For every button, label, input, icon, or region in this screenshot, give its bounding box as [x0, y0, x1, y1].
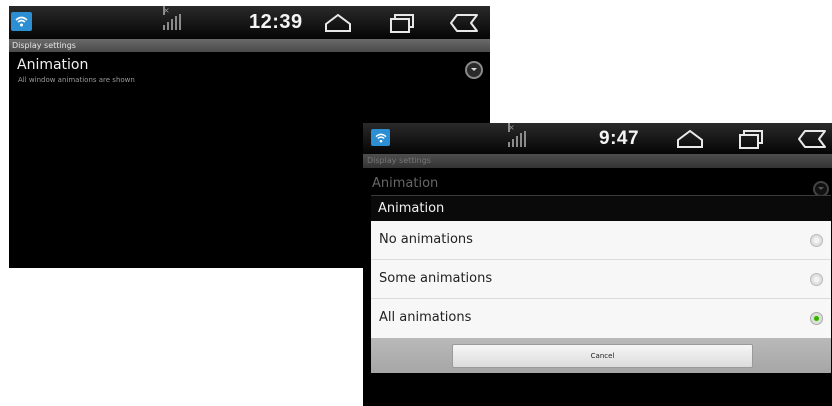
wifi-icon [11, 12, 32, 31]
setting-title: Animation [372, 176, 439, 191]
home-icon[interactable] [676, 129, 704, 153]
recent-apps-icon[interactable] [389, 12, 415, 38]
radio-button-unchecked[interactable] [810, 234, 823, 247]
status-clock: 12:39 [249, 11, 303, 33]
status-bar: × 12:39 [9, 6, 490, 39]
title-bar: Display settings [9, 39, 490, 52]
animation-dialog: Animation No animations Some animations … [371, 195, 831, 373]
option-some-animations[interactable]: Some animations [371, 260, 831, 299]
option-list: No animations Some animations All animat… [371, 221, 831, 338]
cancel-button[interactable]: Cancel [452, 344, 753, 368]
dialog-footer: Cancel [371, 338, 831, 373]
setting-summary: All window animations are shown [18, 76, 135, 84]
status-clock: 9:47 [599, 128, 640, 149]
back-icon[interactable] [449, 13, 479, 37]
option-no-animations[interactable]: No animations [371, 221, 831, 260]
back-icon[interactable] [797, 129, 827, 153]
radio-button-checked[interactable] [810, 312, 823, 325]
settings-screen-with-dialog: × 9:47 Display settings Animation Animat… [363, 123, 832, 406]
signal-icon: × [163, 6, 181, 30]
option-label: All animations [379, 310, 472, 325]
status-bar: × 9:47 [363, 123, 832, 154]
dropdown-icon[interactable] [465, 61, 483, 79]
wifi-icon [371, 129, 390, 146]
option-all-animations[interactable]: All animations [371, 299, 831, 338]
radio-button-unchecked[interactable] [810, 273, 823, 286]
home-icon[interactable] [324, 13, 352, 37]
signal-icon: × [508, 123, 526, 147]
dialog-title: Animation [371, 195, 831, 221]
option-label: Some animations [379, 271, 493, 286]
title-bar: Display settings [363, 154, 832, 168]
setting-title: Animation [17, 57, 89, 73]
recent-apps-icon[interactable] [738, 128, 764, 154]
option-label: No animations [379, 232, 473, 247]
